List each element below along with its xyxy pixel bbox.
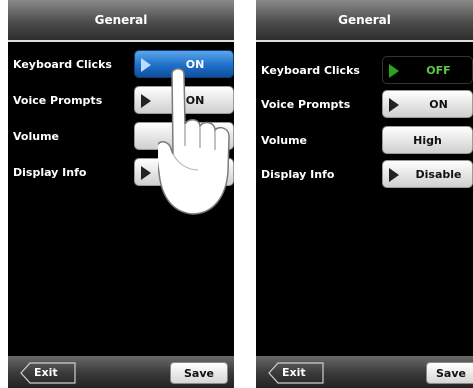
- volume-button[interactable]: High: [382, 126, 473, 154]
- bottom-bar: Exit Save: [8, 356, 234, 388]
- play-arrow-icon: [141, 94, 151, 108]
- bottom-bar: Exit Save: [256, 356, 473, 388]
- setting-label: Volume: [261, 134, 307, 147]
- exit-label: Exit: [34, 366, 58, 379]
- exit-button[interactable]: Exit: [268, 362, 324, 384]
- play-arrow-icon: [141, 166, 151, 180]
- play-arrow-icon: [389, 64, 399, 78]
- setting-row-display-info: Display Info Disable: [256, 160, 473, 188]
- setting-value: Disable: [415, 168, 462, 181]
- setting-value: High: [413, 134, 442, 147]
- divider: [8, 40, 234, 42]
- setting-row-voice-prompts: Voice Prompts ON: [256, 90, 473, 118]
- setting-label: Voice Prompts: [13, 94, 103, 107]
- hand-pointer-icon: [155, 68, 234, 222]
- keyboard-clicks-button[interactable]: OFF: [382, 56, 473, 84]
- exit-button[interactable]: Exit: [20, 362, 76, 384]
- play-arrow-icon: [141, 58, 151, 72]
- setting-row-volume: Volume High: [256, 126, 473, 154]
- setting-value: OFF: [426, 64, 451, 77]
- save-label: Save: [184, 367, 214, 380]
- save-label: Save: [436, 367, 466, 380]
- save-button[interactable]: Save: [170, 362, 228, 384]
- play-arrow-icon: [389, 168, 399, 182]
- save-button[interactable]: Save: [426, 362, 473, 384]
- setting-label: Display Info: [13, 166, 87, 179]
- page-title: General: [94, 13, 148, 27]
- play-arrow-icon: [389, 98, 399, 112]
- setting-label: Volume: [13, 130, 59, 143]
- setting-label: Voice Prompts: [261, 98, 351, 111]
- setting-label: Display Info: [261, 168, 335, 181]
- page-title: General: [338, 13, 391, 27]
- setting-label: Keyboard Clicks: [261, 64, 360, 77]
- device-screen-right: General Keyboard Clicks OFF Voice Prompt…: [256, 0, 473, 388]
- exit-label: Exit: [282, 366, 306, 379]
- device-screen-left: General Keyboard Clicks ON Voice Prompts…: [8, 0, 234, 388]
- divider: [256, 40, 473, 42]
- setting-row-keyboard-clicks: Keyboard Clicks OFF: [256, 56, 473, 84]
- setting-label: Keyboard Clicks: [13, 58, 112, 71]
- display-info-button[interactable]: Disable: [382, 160, 473, 188]
- setting-value: ON: [429, 98, 448, 111]
- voice-prompts-button[interactable]: ON: [382, 90, 473, 118]
- title-bar: General: [256, 0, 473, 41]
- title-bar: General: [8, 0, 234, 41]
